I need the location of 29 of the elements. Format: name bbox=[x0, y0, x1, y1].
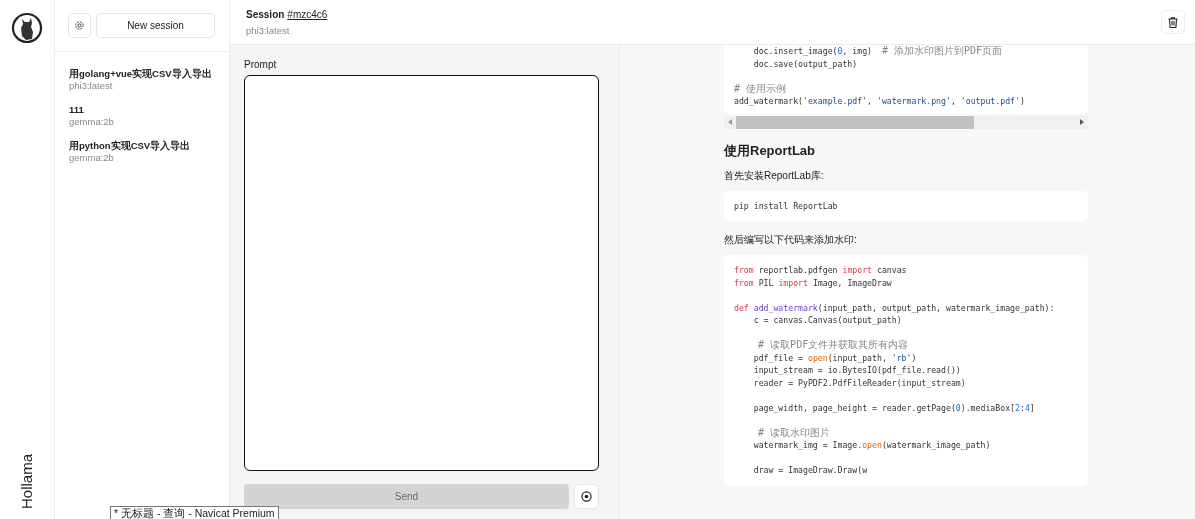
session-title[interactable]: 用python实现CSV导入导出 bbox=[69, 140, 215, 152]
session-id-link[interactable]: #mzc4c6 bbox=[287, 8, 328, 22]
session-model: gemma:2b bbox=[69, 116, 115, 128]
horizontal-scrollbar[interactable] bbox=[724, 115, 1088, 129]
session-model: phi3:latest bbox=[246, 25, 291, 36]
paragraph: 然后编写以下代码来添加水印: bbox=[724, 233, 858, 247]
section-heading: 使用ReportLab bbox=[724, 141, 816, 160]
session-title[interactable]: 用golang+vue实现CSV导入导出 bbox=[69, 68, 215, 80]
scroll-right-icon[interactable] bbox=[1080, 119, 1084, 125]
paragraph: 首先安装ReportLab库: bbox=[724, 168, 825, 183]
session-model: gemma:2b bbox=[69, 152, 115, 164]
options-button[interactable] bbox=[574, 484, 599, 509]
new-session-button[interactable]: New session bbox=[96, 13, 215, 38]
window-tooltip: * 无标题 - 查询 - Navicat Premium bbox=[110, 506, 279, 519]
session-label: Session bbox=[246, 8, 285, 22]
session-title[interactable]: 111 bbox=[69, 104, 215, 116]
session-model: phi3:latest bbox=[69, 80, 114, 92]
prompt-field[interactable] bbox=[244, 75, 599, 471]
settings-button[interactable] bbox=[68, 13, 91, 38]
delete-button[interactable] bbox=[1161, 10, 1185, 34]
scroll-left-icon[interactable] bbox=[728, 119, 732, 125]
trash-icon bbox=[1168, 16, 1178, 28]
code-block: from reportlab.pdfgen import canvas from PIL import Image, ImageDraw def add_watermark(input_path, output_path, watermark_image_path): c = canvas.Canvas(output_path) # 读取PDF文件并获取其所有内容 pdf_file = open(input_path, 'rb') input_stream = io.BytesIO(pdf_file.read()) reader = PyPDF2.PdfFileReader(input_stream) page_width, page_height = reader.getPage(0).mediaBox[2:4] # 读取水印图片 watermark_img = Image.open(watermark_image_path) draw = ImageDraw.Draw(w bbox=[724, 255, 1088, 486]
prompt-label: Prompt bbox=[244, 59, 278, 70]
code-block: pip install ReportLab bbox=[724, 190, 1088, 221]
settings-icon bbox=[74, 20, 85, 31]
app-name: Hollama bbox=[18, 453, 35, 509]
code-block: doc.insert_image(0, img) # 添加水印图片到PDF页面 doc.save(output_path) # 使用示例 add_watermark('example.pdf', 'watermark.png', 'output.pdf') bbox=[724, 45, 1088, 114]
target-icon bbox=[581, 491, 592, 502]
